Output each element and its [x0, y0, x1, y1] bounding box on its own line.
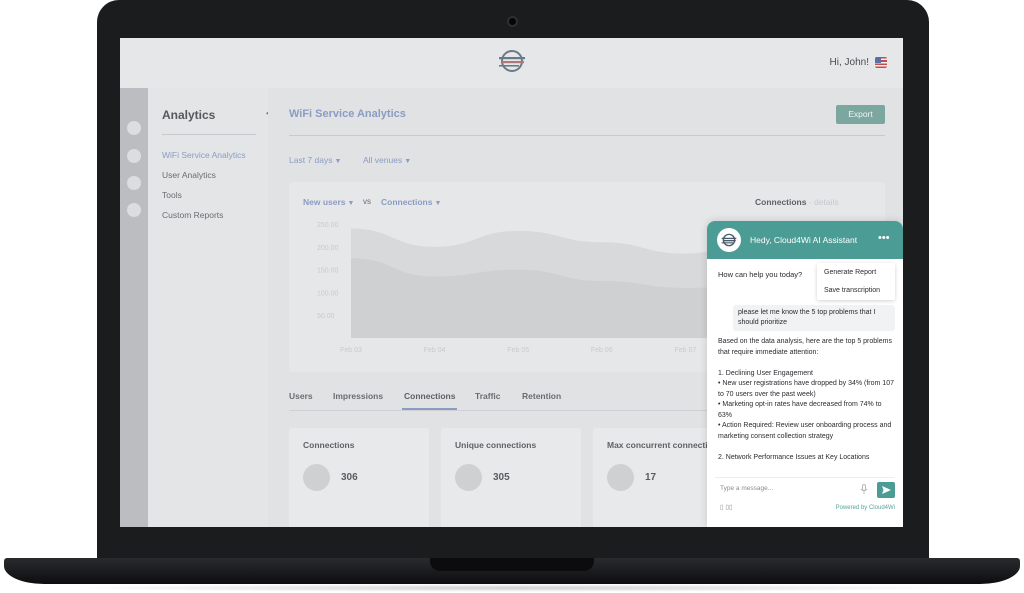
us-flag-icon[interactable] — [875, 57, 887, 68]
stat-value: 17 — [645, 472, 657, 483]
chevron-down-icon: ▼ — [404, 158, 412, 165]
divider — [162, 134, 256, 135]
more-options-icon[interactable]: ••• — [878, 232, 890, 244]
menu-item-save-transcription[interactable]: Save transcription — [824, 287, 880, 294]
rail-nav-icon[interactable] — [127, 203, 141, 217]
chat-header: Hedy, Cloud4Wi AI Assistant ••• — [707, 221, 903, 259]
y-tick-label: 150.00 — [317, 268, 339, 275]
laptop-shadow — [60, 584, 964, 592]
app-screen: Hi, John! Analytics WiFi Service Analyti… — [120, 38, 903, 527]
user-greeting[interactable]: Hi, John! — [830, 57, 869, 68]
x-tick-label: Feb 06 — [591, 347, 613, 354]
y-tick-label: 250.00 — [317, 222, 339, 229]
stat-icon — [607, 464, 634, 491]
stat-title: Max concurrent connections — [607, 440, 723, 450]
y-tick-label: 100.00 — [317, 290, 339, 297]
subnav-item-user-analytics[interactable]: User Analytics — [162, 170, 216, 180]
period-filter-label: Last 7 days — [289, 155, 333, 165]
export-button[interactable]: Export — [836, 105, 885, 124]
page-title: WiFi Service Analytics — [289, 108, 406, 120]
subnav-item-wifi-service-analytics[interactable]: WiFi Service Analytics — [162, 150, 246, 160]
menu-item-generate-report[interactable]: Generate Report — [824, 269, 876, 276]
venues-filter-label: All venues — [363, 155, 403, 165]
period-filter-dropdown[interactable]: Last 7 days ▼ — [289, 155, 341, 165]
tab-traffic[interactable]: Traffic — [475, 391, 501, 401]
stat-value: 305 — [493, 472, 510, 483]
send-icon — [881, 486, 891, 494]
tab-retention[interactable]: Retention — [522, 391, 561, 401]
stat-icon — [455, 464, 482, 491]
ai-assistant-chat: Hedy, Cloud4Wi AI Assistant ••• How can … — [707, 221, 903, 527]
chat-title: Hedy, Cloud4Wi AI Assistant — [750, 235, 858, 245]
x-tick-label: Feb 04 — [424, 347, 446, 354]
stat-card-unique-connections: Unique connections 305 — [441, 428, 581, 527]
stat-value: 306 — [341, 472, 358, 483]
laptop-notch — [430, 558, 594, 571]
tab-connections[interactable]: Connections — [404, 391, 455, 401]
microphone-icon[interactable] — [860, 484, 868, 496]
subnav-item-custom-reports[interactable]: Custom Reports — [162, 210, 223, 220]
cloud4wi-logo-icon[interactable] — [496, 48, 528, 79]
x-tick-label: Feb 05 — [507, 347, 529, 354]
divider — [715, 477, 895, 478]
chevron-down-icon: ▼ — [334, 158, 342, 165]
rail-nav-icon[interactable] — [127, 149, 141, 163]
chat-options-menu: Generate Report Save transcription — [817, 263, 895, 300]
user-message: please let me know the 5 top problems th… — [733, 305, 895, 331]
laptop-mockup: Hi, John! Analytics WiFi Service Analyti… — [0, 0, 1024, 593]
stat-icon — [303, 464, 330, 491]
y-tick-label: 200.00 — [317, 245, 339, 252]
subnav-title: Analytics — [162, 108, 216, 122]
tab-users[interactable]: Users — [289, 391, 313, 401]
subnav-item-tools[interactable]: Tools — [162, 190, 182, 200]
assistant-prompt: How can help you today? — [718, 270, 803, 279]
attachment-icon[interactable]: ▯ ▯▯ — [720, 503, 733, 511]
divider — [289, 135, 885, 136]
x-tick-label: Feb 07 — [675, 347, 697, 354]
assistant-avatar-icon — [717, 228, 741, 252]
rail-nav-icon[interactable] — [127, 176, 141, 190]
x-tick-label: Feb 03 — [340, 347, 362, 354]
camera-icon — [507, 16, 518, 27]
stat-title: Connections — [303, 440, 355, 450]
rail-nav-icon[interactable] — [127, 121, 141, 135]
send-button[interactable] — [877, 482, 895, 498]
tab-impressions[interactable]: Impressions — [333, 391, 383, 401]
top-bar: Hi, John! — [120, 38, 903, 88]
analytics-subnav: Analytics WiFi Service Analytics User An… — [148, 88, 268, 527]
stat-title: Unique connections — [455, 440, 537, 450]
message-input[interactable]: Type a message... — [720, 485, 773, 492]
y-tick-label: 50.00 — [317, 313, 335, 320]
venues-filter-dropdown[interactable]: All venues ▼ — [363, 155, 411, 165]
icon-rail — [120, 88, 148, 527]
stat-card-connections: Connections 306 — [289, 428, 429, 527]
active-tab-indicator — [402, 408, 457, 410]
assistant-message: Based on the data analysis, here are the… — [718, 338, 894, 461]
powered-by-label: Powered by Cloud4Wi — [835, 505, 895, 511]
